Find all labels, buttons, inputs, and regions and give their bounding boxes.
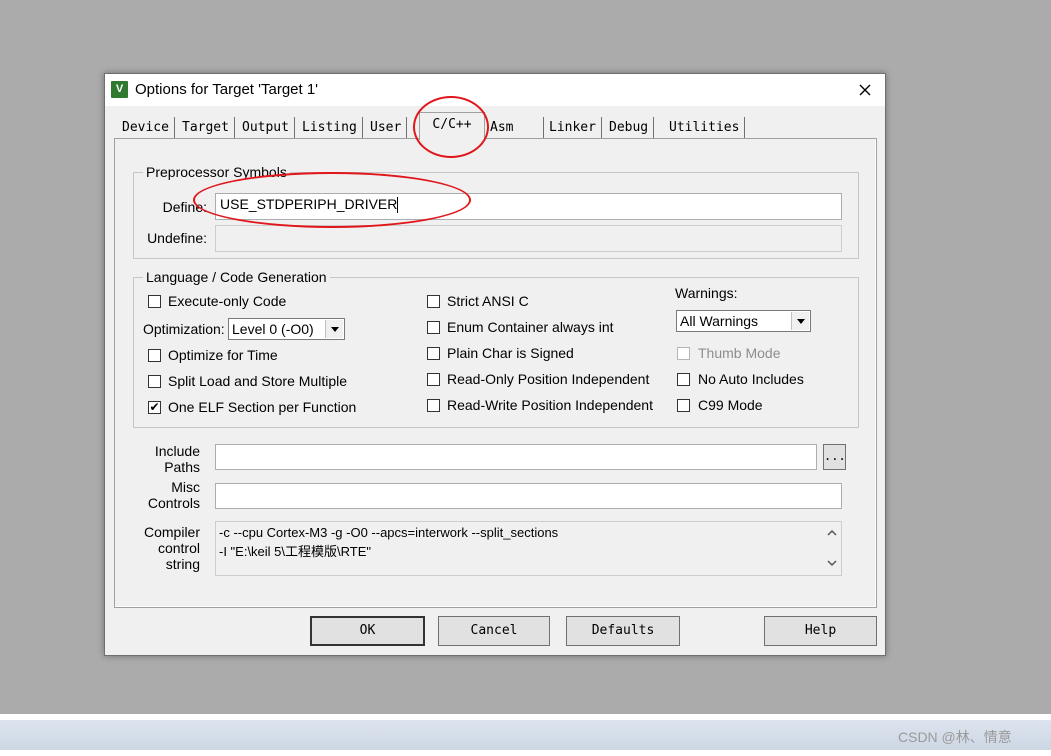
no-auto-includes-label: No Auto Includes <box>698 371 804 387</box>
define-input[interactable]: USE_STDPERIPH_DRIVER <box>215 193 842 220</box>
tab-asm[interactable]: Asm <box>485 117 544 139</box>
warnings-value: All Warnings <box>680 313 759 329</box>
include-paths-browse-button[interactable]: ... <box>823 444 846 470</box>
define-value: USE_STDPERIPH_DRIVER <box>220 196 398 212</box>
compiler-string-line-1: -c --cpu Cortex-M3 -g -O0 --apcs=interwo… <box>219 525 559 540</box>
optimization-value: Level 0 (-O0) <box>232 321 314 337</box>
c99-mode-label: C99 Mode <box>698 397 763 413</box>
rw-position-label: Read-Write Position Independent <box>447 397 653 413</box>
one-elf-label: One ELF Section per Function <box>168 399 357 415</box>
optimize-time-checkbox[interactable] <box>148 349 161 362</box>
keil-app-icon: V <box>111 81 128 98</box>
ro-position-checkbox[interactable] <box>427 373 440 386</box>
rw-position-checkbox[interactable] <box>427 399 440 412</box>
tab-target[interactable]: Target <box>177 117 235 139</box>
defaults-button[interactable]: Defaults <box>566 616 680 646</box>
check-icon: ✔ <box>149 400 160 414</box>
warnings-select[interactable]: All Warnings <box>676 310 811 332</box>
c99-mode-checkbox[interactable] <box>677 399 690 412</box>
close-icon <box>859 84 871 96</box>
csdn-watermark: CSDN @林、情意 <box>898 729 1012 745</box>
undefine-label: Undefine: <box>147 230 207 246</box>
plain-char-label: Plain Char is Signed <box>447 345 574 361</box>
chevron-down-icon <box>791 312 809 330</box>
tab-output[interactable]: Output <box>237 117 295 139</box>
taskbar-strip <box>0 720 1051 750</box>
split-load-checkbox[interactable] <box>148 375 161 388</box>
thumb-mode-checkbox[interactable] <box>677 347 690 360</box>
optimization-label: Optimization: <box>143 321 225 337</box>
ro-position-label: Read-Only Position Independent <box>447 371 650 387</box>
enum-container-checkbox[interactable] <box>427 321 440 334</box>
chevron-down-icon <box>325 320 343 338</box>
plain-char-checkbox[interactable] <box>427 347 440 360</box>
close-button[interactable] <box>849 76 881 104</box>
include-paths-input[interactable] <box>215 444 817 470</box>
tab-linker[interactable]: Linker <box>544 117 602 139</box>
execute-only-checkbox[interactable] <box>148 295 161 308</box>
tab-device[interactable]: Device <box>117 117 175 139</box>
misc-controls-label: Misc Controls <box>147 479 200 511</box>
one-elf-checkbox[interactable]: ✔ <box>148 401 161 414</box>
warnings-label: Warnings: <box>675 285 738 301</box>
ok-button[interactable]: OK <box>310 616 425 646</box>
title-bar[interactable]: V Options for Target 'Target 1' <box>105 74 885 106</box>
cancel-button[interactable]: Cancel <box>438 616 550 646</box>
tab-debug[interactable]: Debug <box>604 117 655 139</box>
strict-ansi-checkbox[interactable] <box>427 295 440 308</box>
enum-container-label: Enum Container always int <box>447 319 614 335</box>
options-dialog: V Options for Target 'Target 1' Device T… <box>104 73 886 656</box>
misc-controls-input[interactable] <box>215 483 842 509</box>
language-group-label: Language / Code Generation <box>143 269 330 285</box>
undefine-input[interactable] <box>215 225 842 252</box>
tab-listing[interactable]: Listing <box>297 117 363 139</box>
preprocessor-group-label: Preprocessor Symbols <box>143 164 290 180</box>
compiler-control-string[interactable]: -c --cpu Cortex-M3 -g -O0 --apcs=interwo… <box>215 521 842 576</box>
cc-options-panel: Preprocessor Symbols Define: USE_STDPERI… <box>114 138 877 608</box>
strict-ansi-label: Strict ANSI C <box>447 293 529 309</box>
tab-c-cpp[interactable]: C/C++ <box>419 112 485 140</box>
optimization-select[interactable]: Level 0 (-O0) <box>228 318 345 340</box>
taskbar: CSDN @林、情意 <box>0 714 1051 756</box>
chevron-up-icon <box>827 529 837 536</box>
compiler-string-scrollbar[interactable] <box>825 526 839 572</box>
thumb-mode-label: Thumb Mode <box>698 345 781 361</box>
split-load-label: Split Load and Store Multiple <box>168 373 347 389</box>
include-paths-label: Include Paths <box>154 443 200 475</box>
compiler-string-line-2: -I "E:\keil 5\工程模版\RTE" <box>219 544 372 559</box>
dialog-title: Options for Target 'Target 1' <box>135 81 319 98</box>
compiler-control-label: Compiler control string <box>143 524 200 572</box>
tab-user[interactable]: User <box>365 117 408 139</box>
tab-utilities[interactable]: Utilities <box>664 117 746 139</box>
define-label: Define: <box>162 199 207 215</box>
no-auto-includes-checkbox[interactable] <box>677 373 690 386</box>
execute-only-label: Execute-only Code <box>168 293 287 309</box>
chevron-down-icon <box>827 560 837 567</box>
help-button[interactable]: Help <box>764 616 877 646</box>
optimize-time-label: Optimize for Time <box>168 347 278 363</box>
